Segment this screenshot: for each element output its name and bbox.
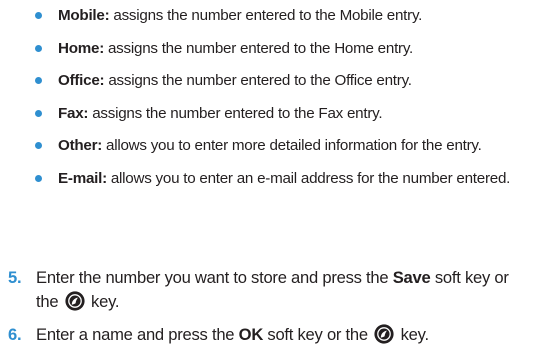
term-label: Office: <box>58 72 105 89</box>
list-item-home: Home: assigns the number entered to the … <box>30 37 530 60</box>
ok-key-icon <box>65 291 85 311</box>
term-label: Mobile: <box>58 7 110 24</box>
term-description: allows you to enter an e-mail address fo… <box>106 169 511 187</box>
manual-page: Mobile: assigns the number entered to th… <box>0 0 537 360</box>
term-description: allows you to enter more detailed inform… <box>102 137 482 154</box>
list-item-office: Office: assigns the number entered to th… <box>30 69 530 92</box>
list-item-mobile: Mobile: assigns the number entered to th… <box>30 4 530 27</box>
step-text: soft key or the <box>263 325 373 344</box>
bullet-icon <box>35 12 42 19</box>
entry-type-list: Mobile: assigns the number entered to th… <box>30 4 530 199</box>
term-label: Fax: <box>58 104 89 122</box>
step-text: Enter a name and press the <box>36 325 239 344</box>
list-item-other: Other: allows you to enter more detailed… <box>30 134 530 157</box>
ok-key-icon <box>374 324 394 344</box>
soft-key-label: Save <box>392 268 431 287</box>
bullet-icon <box>35 142 42 149</box>
term-description: assigns the number entered to the Home e… <box>104 39 414 57</box>
step-text: key. <box>86 292 120 311</box>
bullet-icon <box>35 109 42 117</box>
step-6: 6. Enter a name and press the OK soft ke… <box>8 323 533 347</box>
bullet-icon <box>35 174 42 182</box>
term-description: assigns the number entered to the Office… <box>104 72 412 89</box>
step-5: 5. Enter the number you want to store an… <box>8 266 533 314</box>
bullet-icon <box>35 44 42 52</box>
term-label: Other: <box>58 137 103 154</box>
list-item-fax: Fax: assigns the number entered to the F… <box>30 102 530 125</box>
step-number: 5. <box>8 268 22 287</box>
step-text: Enter the number you want to store and p… <box>36 268 393 287</box>
bullet-icon <box>35 77 42 84</box>
term-description: assigns the number entered to the Fax en… <box>88 104 383 122</box>
step-text: key. <box>396 325 429 344</box>
term-description: assigns the number entered to the Mobile… <box>109 7 423 24</box>
step-number: 6. <box>8 325 22 344</box>
procedure-steps: 5. Enter the number you want to store an… <box>8 266 533 356</box>
soft-key-label: OK <box>238 325 264 344</box>
list-item-email: E-mail: allows you to enter an e-mail ad… <box>30 167 530 190</box>
term-label: E-mail: <box>58 169 107 187</box>
term-label: Home: <box>58 39 105 57</box>
